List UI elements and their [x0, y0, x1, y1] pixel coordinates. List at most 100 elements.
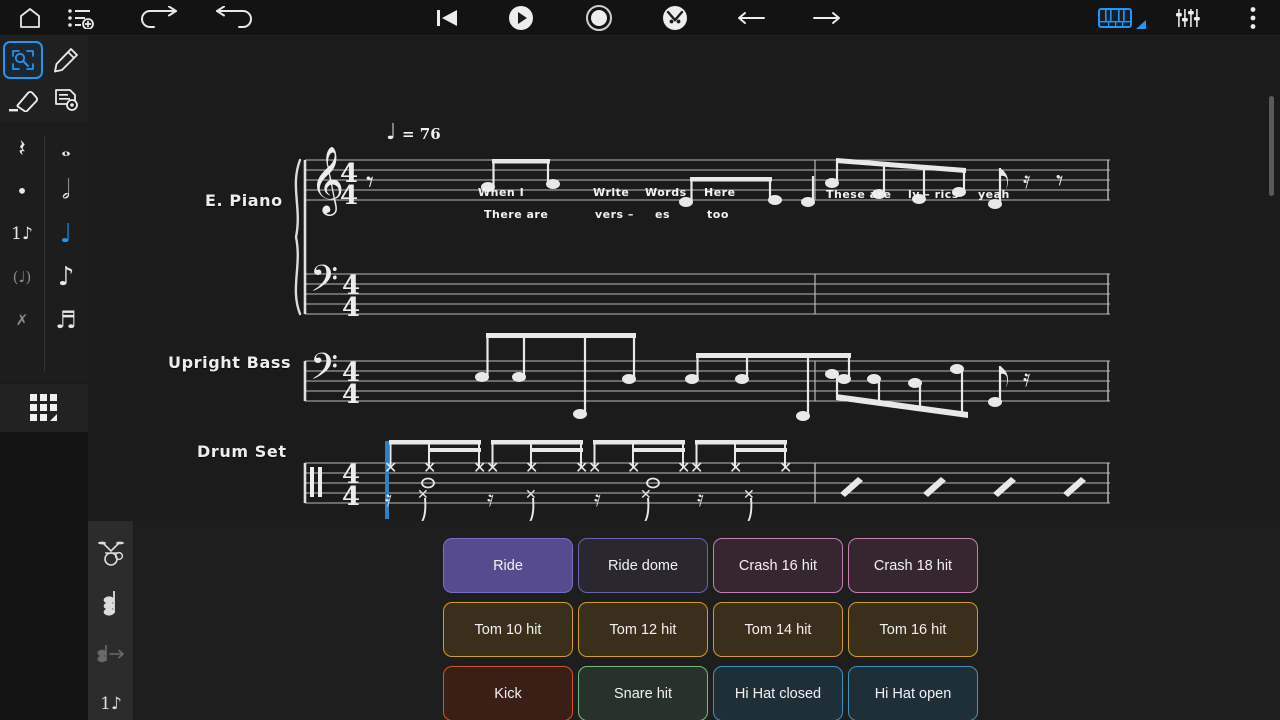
svg-text:𝄾: 𝄾	[366, 165, 374, 200]
tuplet-glyph: 1♪	[100, 694, 122, 714]
svg-text:𝄿: 𝄿	[1023, 166, 1030, 194]
svg-text:𝄾: 𝄾	[1056, 164, 1063, 197]
edit-tools-group	[0, 36, 88, 122]
tempo-marking: = 76	[402, 125, 441, 143]
note-duration-palette: 𝄽 𝅝 • 𝅗𝅥 1♪ ♩ (♩) ♪ ✗ ♬	[0, 126, 88, 382]
svg-text:✕: ✕	[525, 487, 537, 503]
svg-text:✕: ✕	[729, 458, 742, 477]
home-icon[interactable]	[8, 0, 52, 36]
lyric-syllable[interactable]: These are	[826, 188, 891, 201]
svg-text:4: 4	[342, 380, 360, 410]
tuplet-icon[interactable]: 1♪	[88, 679, 134, 720]
redo-icon[interactable]	[210, 0, 258, 36]
pad-crash-16[interactable]: Crash 16 hit	[713, 538, 843, 593]
record-icon[interactable]	[576, 0, 622, 36]
lyric-syllable[interactable]: ly – rics	[908, 188, 959, 201]
half-note-tool[interactable]: 𝅗𝅥	[44, 169, 88, 212]
undo-icon[interactable]	[135, 0, 183, 36]
pad-ride[interactable]: Ride	[443, 538, 573, 593]
svg-text:✕: ✕	[417, 487, 429, 503]
svg-text:4: 4	[342, 293, 360, 323]
rest-tool[interactable]: 𝄽	[0, 126, 44, 169]
left-rail-empty-area	[0, 432, 88, 720]
metronome-icon[interactable]	[652, 0, 698, 36]
svg-text:✕: ✕	[525, 458, 538, 477]
lyric-syllable[interactable]: too	[707, 208, 729, 221]
note-stack-icon[interactable]	[88, 579, 134, 629]
drum-panel-side-rail: 1♪	[88, 521, 134, 720]
svg-text:✕: ✕	[779, 458, 792, 477]
lyric-syllable[interactable]: Write	[593, 186, 629, 199]
svg-text:4: 4	[340, 181, 358, 211]
pad-kick[interactable]: Kick	[443, 666, 573, 720]
svg-text:𝄿: 𝄿	[594, 487, 601, 512]
rewind-icon[interactable]	[424, 0, 470, 36]
svg-text:✕: ✕	[640, 487, 652, 503]
svg-text:✕: ✕	[743, 487, 755, 503]
keypad-grid-button[interactable]	[0, 384, 88, 432]
keyboard-expand-triangle-icon[interactable]	[1132, 14, 1152, 34]
vertical-scrollbar[interactable]	[1269, 96, 1274, 196]
staff-label-e-piano[interactable]: E. Piano	[205, 191, 283, 210]
svg-text:✕: ✕	[473, 458, 486, 477]
lasso-select-tool[interactable]	[3, 41, 43, 79]
note-arrow-icon[interactable]	[88, 629, 134, 679]
dot-tool[interactable]: •	[0, 169, 44, 212]
tuplet-tool[interactable]: 1♪	[0, 212, 44, 255]
pencil-tool[interactable]	[46, 41, 86, 79]
lyric-syllable[interactable]: es	[655, 208, 670, 221]
drum-kit-icon[interactable]	[88, 529, 134, 579]
tie-tool[interactable]: (♩)	[0, 255, 44, 298]
eraser-tool[interactable]	[3, 81, 43, 119]
add-instrument-icon[interactable]	[58, 0, 106, 36]
svg-text:✕: ✕	[486, 458, 499, 477]
eighth-note-tool[interactable]: ♪	[44, 255, 88, 298]
step-forward-icon[interactable]	[804, 0, 850, 36]
staff-label-upright-bass[interactable]: Upright Bass	[168, 353, 291, 372]
cross-note-tool[interactable]: ✗	[0, 298, 44, 341]
play-icon[interactable]	[498, 0, 544, 36]
pad-hi-hat-open[interactable]: Hi Hat open	[848, 666, 978, 720]
top-toolbar	[0, 0, 1280, 36]
svg-text:✕: ✕	[677, 458, 690, 477]
pad-hi-hat-closed[interactable]: Hi Hat closed	[713, 666, 843, 720]
svg-text:✕: ✕	[423, 458, 436, 477]
pad-tom-14[interactable]: Tom 14 hit	[713, 602, 843, 657]
lyric-syllable[interactable]: There are	[484, 208, 548, 221]
more-menu-icon[interactable]	[1234, 0, 1272, 36]
pad-tom-12[interactable]: Tom 12 hit	[578, 602, 708, 657]
step-back-icon[interactable]	[728, 0, 774, 36]
tempo-note-glyph: ♩	[386, 120, 397, 145]
lyric-syllable[interactable]: Words	[645, 186, 687, 199]
left-tool-rail: 𝄽 𝅝 • 𝅗𝅥 1♪ ♩ (♩) ♪ ✗ ♬	[0, 36, 88, 720]
svg-text:4: 4	[342, 482, 360, 512]
svg-text:𝄿: 𝄿	[697, 487, 704, 512]
pad-crash-18[interactable]: Crash 18 hit	[848, 538, 978, 593]
lyric-syllable[interactable]: Here	[704, 186, 736, 199]
lyric-syllable[interactable]: yeah	[978, 188, 1010, 201]
notation-app-window: 𝄽 𝅝 • 𝅗𝅥 1♪ ♩ (♩) ♪ ✗ ♬ 𝄞 4 4 𝄾 𝄢 4 4 𝄿 𝄾…	[0, 0, 1280, 720]
whole-note-tool[interactable]: 𝅝	[44, 126, 88, 169]
svg-text:𝄿: 𝄿	[487, 487, 494, 512]
pad-ride-dome[interactable]: Ride dome	[578, 538, 708, 593]
pad-tom-16[interactable]: Tom 16 hit	[848, 602, 978, 657]
svg-text:✕: ✕	[690, 458, 703, 477]
properties-tool[interactable]	[46, 81, 86, 119]
svg-text:✕: ✕	[627, 458, 640, 477]
svg-text:𝄿: 𝄿	[1023, 364, 1030, 392]
score-canvas[interactable]: 𝄞 4 4 𝄾 𝄢 4 4 𝄿 𝄾 𝄢 4 4 𝄿 4 4 ✕ ✕ ✕ ✕ ✕ …	[88, 36, 1280, 521]
pad-snare-hit[interactable]: Snare hit	[578, 666, 708, 720]
lyric-syllable[interactable]: When I	[478, 186, 524, 199]
svg-text:𝄢: 𝄢	[310, 346, 338, 397]
quarter-note-tool[interactable]: ♩	[44, 212, 88, 255]
lyric-syllable[interactable]: vers –	[595, 208, 634, 221]
staff-label-drum-set[interactable]: Drum Set	[197, 442, 287, 461]
svg-text:✕: ✕	[588, 458, 601, 477]
svg-text:✕: ✕	[575, 458, 588, 477]
svg-text:✕: ✕	[384, 458, 397, 477]
pad-tom-10[interactable]: Tom 10 hit	[443, 602, 573, 657]
drum-pad-grid: Ride Ride dome Crash 16 hit Crash 18 hit…	[441, 538, 980, 720]
sixteenth-note-tool[interactable]: ♬	[44, 298, 88, 341]
mixer-icon[interactable]	[1166, 0, 1212, 36]
svg-text:𝄿: 𝄿	[385, 487, 392, 512]
